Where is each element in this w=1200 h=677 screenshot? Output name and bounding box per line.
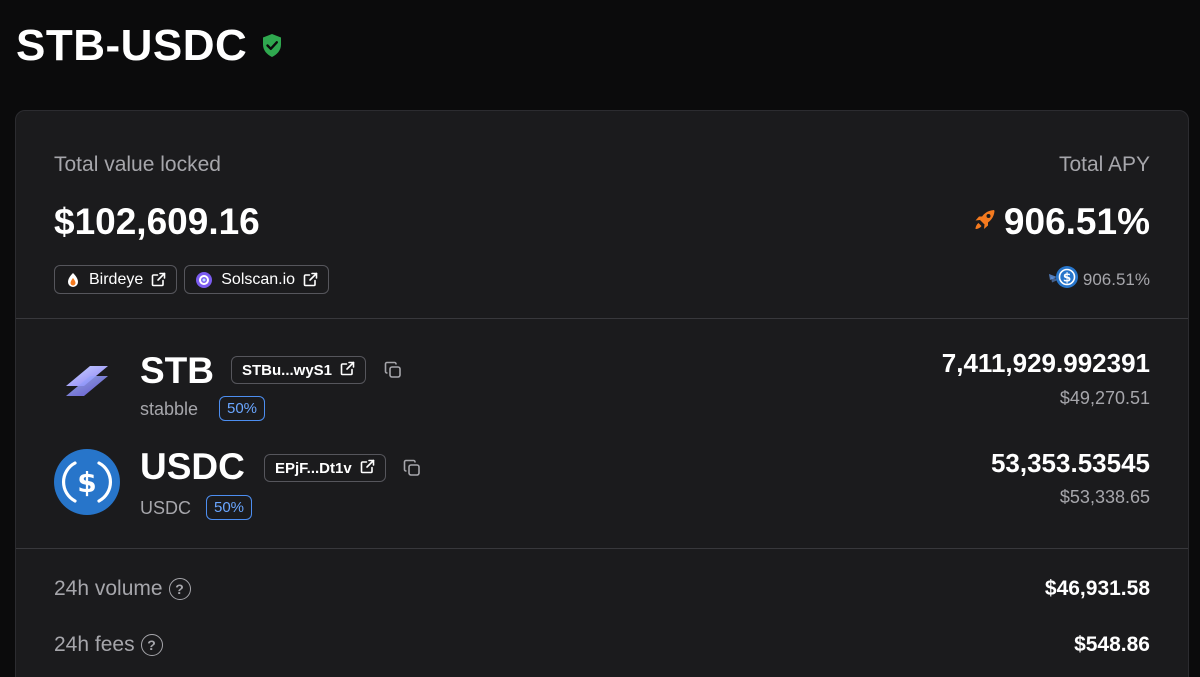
- external-link-icon: [360, 459, 375, 478]
- token-symbol: USDC: [140, 446, 245, 487]
- token-amount: 53,353.53545: [990, 448, 1150, 478]
- solscan-label: Solscan.io: [221, 270, 296, 288]
- solscan-link[interactable]: Solscan.io: [184, 265, 330, 294]
- svg-text:$: $: [1063, 271, 1071, 285]
- pool-card: Total value locked Total APY $102,609.16…: [15, 110, 1189, 677]
- pool-header: STB-USDC: [16, 18, 285, 74]
- token-usd-value: $49,270.51: [1059, 388, 1150, 408]
- stabble-logo: [54, 348, 120, 414]
- rocket-icon: [972, 207, 998, 238]
- token-usd-value: $53,338.65: [1059, 487, 1150, 507]
- birdeye-link[interactable]: Birdeye: [54, 265, 178, 294]
- external-links: Birdeye Solscan.io: [54, 265, 330, 294]
- svg-text:$: $: [77, 466, 96, 499]
- token-symbol: STB: [140, 350, 214, 391]
- external-link-icon: [340, 361, 355, 380]
- weight-badge: 50%: [219, 396, 266, 421]
- apy-label: Total APY: [1058, 153, 1150, 176]
- token-address-link[interactable]: STBu...wyS1: [231, 356, 367, 384]
- volume-value: $46,931.58: [1044, 577, 1150, 600]
- fees-label-row: 24h fees ?: [54, 633, 163, 657]
- token-name: stabble: [140, 399, 199, 419]
- copy-icon[interactable]: [384, 361, 402, 379]
- tvl-label: Total value locked: [54, 153, 221, 176]
- reward-apy: $ 906.51%: [1047, 265, 1150, 294]
- reward-apy-value: 906.51%: [1082, 269, 1150, 289]
- weight-badge: 50%: [206, 495, 253, 520]
- external-link-icon: [303, 272, 318, 287]
- help-icon[interactable]: ?: [140, 634, 163, 656]
- copy-icon[interactable]: [403, 459, 421, 477]
- apy-row: 906.51%: [972, 201, 1150, 243]
- fees-label: 24h fees: [54, 633, 135, 656]
- external-link-icon: [151, 272, 166, 287]
- solscan-icon: [195, 271, 213, 289]
- help-icon[interactable]: ?: [168, 578, 191, 600]
- token-list: STB STBu...wyS1 stabble 50% 7,411,929.99: [16, 320, 1188, 549]
- token-address: EPjF...Dt1v: [275, 459, 352, 477]
- volume-label-row: 24h volume ?: [54, 577, 191, 601]
- usdc-logo: $: [54, 449, 120, 515]
- pool-title: STB-USDC: [16, 21, 248, 70]
- tvl-value: $102,609.16: [54, 201, 260, 242]
- birdeye-icon: [65, 272, 81, 288]
- pool-overview: Total value locked Total APY $102,609.16…: [16, 111, 1188, 319]
- apy-value: 906.51%: [1003, 201, 1150, 242]
- volume-label: 24h volume: [54, 577, 163, 600]
- token-address-link[interactable]: EPjF...Dt1v: [264, 454, 386, 482]
- shield-check-icon: [261, 33, 285, 59]
- birdeye-label: Birdeye: [89, 270, 144, 288]
- usdc-reward-icon: $: [1047, 265, 1079, 294]
- token-address: STBu...wyS1: [242, 361, 333, 379]
- token-name: USDC: [140, 498, 192, 518]
- fees-value: $548.86: [1074, 633, 1150, 656]
- token-amount: 7,411,929.992391: [941, 348, 1150, 378]
